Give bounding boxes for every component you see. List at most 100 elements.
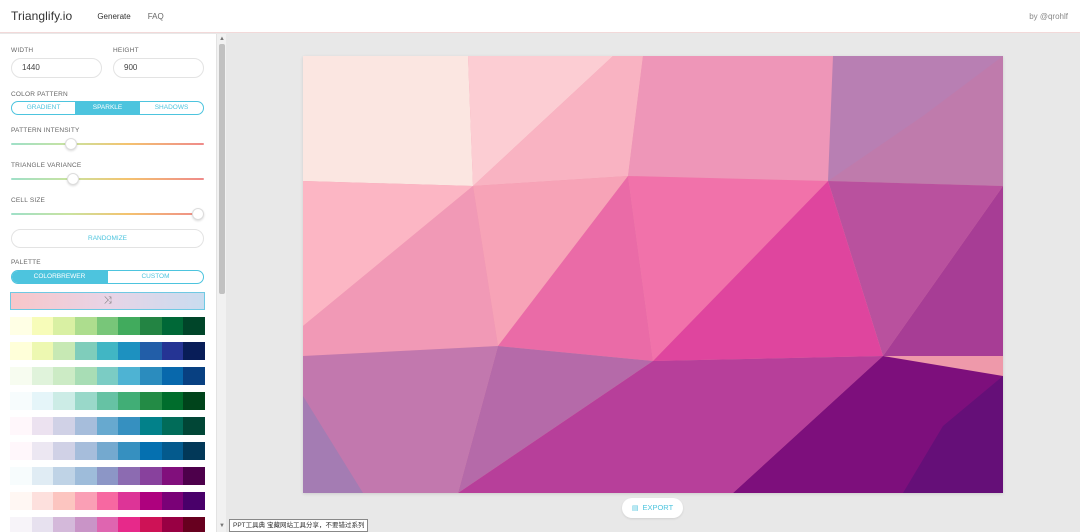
- color-swatch: [31, 367, 54, 385]
- pattern-intensity-slider[interactable]: [11, 138, 204, 150]
- pattern-gradient-option[interactable]: GRADIENT: [12, 102, 76, 114]
- palette-swatch-row[interactable]: [10, 442, 206, 460]
- color-swatch: [96, 317, 119, 335]
- color-swatch: [118, 492, 141, 510]
- shuffle-icon[interactable]: ⤨: [104, 295, 112, 306]
- color-swatch: [75, 442, 97, 460]
- palette-swatch-row[interactable]: [10, 417, 206, 435]
- color-swatch: [161, 442, 184, 460]
- palette-preview[interactable]: ⤨: [10, 292, 205, 310]
- pattern-shadows-option[interactable]: SHADOWS: [140, 102, 203, 114]
- palette-swatch-row[interactable]: [10, 492, 206, 510]
- pattern-intensity-knob[interactable]: [64, 138, 77, 150]
- sidebar-scrollbar[interactable]: ▲ ▼: [216, 34, 226, 532]
- color-swatch: [161, 492, 184, 510]
- palette-source-toggle: COLORBREWER CUSTOM: [11, 270, 204, 284]
- author-byline[interactable]: by @qrohlf: [1029, 12, 1068, 21]
- color-swatch: [118, 417, 141, 435]
- color-swatch: [53, 367, 76, 385]
- palette-swatch-row[interactable]: [10, 342, 206, 360]
- randomize-button[interactable]: RANDOMIZE: [11, 229, 204, 248]
- color-swatch: [31, 467, 54, 485]
- color-swatch: [75, 517, 97, 532]
- palette-swatch-row[interactable]: [10, 392, 206, 410]
- width-input[interactable]: 1440: [11, 58, 102, 78]
- color-swatch: [53, 417, 76, 435]
- triangle-pattern-image: [303, 56, 1003, 493]
- color-swatch: [118, 317, 141, 335]
- color-swatch: [183, 417, 206, 435]
- color-swatch: [31, 342, 54, 360]
- nav-generate[interactable]: Generate: [97, 12, 130, 21]
- color-swatch: [140, 317, 162, 335]
- color-swatch: [140, 492, 162, 510]
- color-pattern-label: COLOR PATTERN: [11, 91, 68, 98]
- color-swatch: [140, 417, 162, 435]
- palette-swatch-row[interactable]: [10, 467, 206, 485]
- triangle-variance-slider[interactable]: [11, 173, 204, 185]
- scroll-up-arrow-icon[interactable]: ▲: [218, 35, 226, 43]
- color-swatch: [10, 417, 32, 435]
- color-swatch: [140, 342, 162, 360]
- settings-sidebar: WIDTH HEIGHT 1440 900 COLOR PATTERN GRAD…: [0, 34, 216, 532]
- color-swatch: [96, 442, 119, 460]
- color-swatch: [75, 492, 97, 510]
- top-bar: Trianglify.io Generate FAQ by @qrohlf: [0, 0, 1080, 33]
- color-swatch: [53, 492, 76, 510]
- color-swatch: [53, 442, 76, 460]
- color-swatch: [75, 317, 97, 335]
- color-swatch: [96, 467, 119, 485]
- color-swatch: [31, 392, 54, 410]
- color-swatch: [75, 417, 97, 435]
- app-logo[interactable]: Trianglify.io: [11, 9, 72, 23]
- pattern-canvas: [303, 56, 1003, 493]
- color-swatch: [161, 392, 184, 410]
- color-swatch: [10, 442, 32, 460]
- color-swatch: [96, 342, 119, 360]
- color-swatch: [183, 442, 206, 460]
- color-swatch: [10, 392, 32, 410]
- color-swatch: [140, 517, 162, 532]
- palette-custom-option[interactable]: CUSTOM: [108, 271, 203, 283]
- color-pattern-toggle: GRADIENT SPARKLE SHADOWS: [11, 101, 204, 115]
- color-swatch: [31, 492, 54, 510]
- color-swatch: [118, 442, 141, 460]
- palette-colorbrewer-option[interactable]: COLORBREWER: [12, 271, 108, 283]
- color-swatch: [96, 392, 119, 410]
- color-swatch: [183, 492, 206, 510]
- color-swatch: [161, 367, 184, 385]
- color-swatch: [161, 417, 184, 435]
- color-swatch: [183, 467, 206, 485]
- export-button[interactable]: ▤ EXPORT: [622, 498, 683, 518]
- color-swatch: [161, 517, 184, 532]
- color-swatch: [140, 392, 162, 410]
- palette-swatch-row[interactable]: [10, 317, 206, 335]
- palette-swatch-row[interactable]: [10, 367, 206, 385]
- height-label: HEIGHT: [113, 47, 139, 54]
- color-swatch: [183, 367, 206, 385]
- color-swatch: [118, 342, 141, 360]
- triangle-variance-knob[interactable]: [66, 173, 79, 185]
- cell-size-slider[interactable]: [11, 208, 205, 220]
- tooltip-caption: PPT工具典 宝藏网站工具分享，不要错过系列: [229, 519, 369, 532]
- color-swatch: [183, 342, 206, 360]
- palette-swatch-row[interactable]: [10, 517, 206, 532]
- color-swatch: [75, 367, 97, 385]
- color-swatch: [31, 442, 54, 460]
- color-swatch: [183, 517, 206, 532]
- cell-size-knob[interactable]: [192, 208, 205, 220]
- color-swatch: [53, 467, 76, 485]
- cell-size-label: CELL SIZE: [11, 197, 46, 204]
- scrollbar-thumb[interactable]: [219, 44, 225, 294]
- color-swatch: [10, 467, 32, 485]
- color-swatch: [31, 417, 54, 435]
- nav-faq[interactable]: FAQ: [148, 12, 164, 21]
- preview-area: ▤ EXPORT: [226, 34, 1080, 532]
- color-swatch: [118, 392, 141, 410]
- scroll-down-arrow-icon[interactable]: ▼: [218, 522, 226, 530]
- color-swatch: [161, 342, 184, 360]
- pattern-sparkle-option[interactable]: SPARKLE: [76, 102, 140, 114]
- color-swatch: [183, 392, 206, 410]
- export-label: EXPORT: [642, 503, 674, 512]
- height-input[interactable]: 900: [113, 58, 204, 78]
